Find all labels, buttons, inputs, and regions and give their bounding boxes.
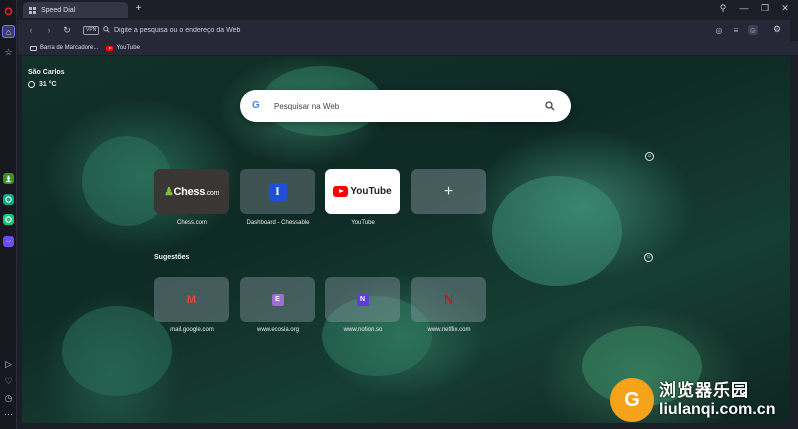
emoji-icon[interactable]: ☺ (644, 253, 653, 262)
tab-title: Speed Dial (41, 6, 76, 14)
watermark: G 浏览器乐园 liulanqi.com.cn (610, 378, 775, 422)
more-icon[interactable]: ⋯ (2, 408, 15, 421)
speed-dial-chessable[interactable]: I (240, 169, 315, 214)
bookmark-youtube[interactable]: YouTube (106, 45, 140, 51)
tab-speed-dial[interactable]: Speed Dial (23, 2, 128, 18)
weather-city: São Carlos (28, 69, 65, 76)
notion-icon: N (356, 293, 369, 306)
background-shape (492, 176, 622, 286)
profile-icon[interactable]: ☺ (748, 25, 758, 35)
bookmark-label: Barra de Marcadore... (40, 45, 99, 51)
easy-setup-icon[interactable]: ≡ (731, 25, 741, 35)
speed-dial-youtube[interactable]: YouTube (325, 169, 400, 214)
history-icon[interactable]: ◷ (2, 392, 15, 405)
suggestion-notion[interactable]: N (325, 277, 400, 322)
netflix-icon: N (443, 291, 454, 307)
suggestion-ecosia[interactable]: E (240, 277, 315, 322)
bookmark-label: YouTube (116, 45, 140, 51)
weather-widget[interactable]: São Carlos 31 °C (28, 69, 65, 88)
search-icon (103, 26, 110, 33)
chatgpt-alt-icon[interactable] (3, 214, 14, 225)
google-icon: G (252, 100, 260, 111)
browser-window: O ⌂ ☆ ▷ ♡ ◷ ⋯ Speed Dial + ⚲ — ❐ ✕ ‹ › ↻… (0, 0, 798, 429)
suggestion-label: www.netflix.com (427, 327, 471, 333)
suggestion-netflix[interactable]: N (411, 277, 486, 322)
back-icon[interactable]: ‹ (26, 25, 36, 35)
bookmarks-bar: Barra de Marcadore... YouTube (18, 41, 798, 56)
speed-dial-icon (29, 6, 36, 14)
new-tab-button[interactable]: + (133, 4, 144, 15)
chess-logo: ♟Chess.com (163, 186, 220, 198)
address-actions: ◎ ≡ ☺ (714, 25, 758, 35)
reload-icon[interactable]: ↻ (62, 25, 72, 36)
suggestions-title: Sugestões (154, 254, 190, 261)
bookmark-folder[interactable]: Barra de Marcadore... (30, 45, 98, 51)
restore-button[interactable]: ❐ (758, 3, 772, 14)
watermark-cn: 浏览器乐园 (659, 380, 749, 400)
emoji-icon[interactable]: ☺ (645, 152, 654, 161)
camera-icon[interactable]: ◎ (714, 25, 724, 35)
player-icon[interactable]: ▷ (2, 358, 15, 371)
suggestion-gmail[interactable]: M (154, 277, 229, 322)
heart-icon[interactable]: ♡ (2, 375, 15, 388)
tab-search-icon[interactable]: ⚲ (716, 3, 730, 14)
search-icon[interactable] (545, 101, 555, 111)
suggestion-label: www.notion.so (343, 327, 383, 333)
speed-dial-page: São Carlos 31 °C G ☺ ☺ ♟Chess.com Chess.… (22, 56, 790, 423)
minimize-button[interactable]: — (737, 3, 751, 13)
chatgpt-icon[interactable] (3, 194, 14, 205)
chessable-logo: I (268, 182, 287, 201)
star-icon[interactable]: ☆ (2, 46, 15, 59)
chess-app-icon[interactable] (3, 173, 14, 184)
youtube-logo: YouTube (333, 186, 392, 197)
sidebar: O ⌂ ☆ ▷ ♡ ◷ ⋯ (0, 0, 17, 429)
search-input[interactable] (274, 99, 534, 113)
scrollbar[interactable] (790, 20, 798, 41)
gmail-icon: M (186, 293, 197, 306)
address-bar: ‹ › ↻ VPN ◎ ≡ ☺ ⚙ (18, 20, 798, 41)
youtube-play-icon (333, 186, 349, 197)
address-input[interactable] (114, 24, 564, 37)
speed-dial-label: Chess.com (176, 220, 207, 226)
weather-temp: 31 °C (39, 81, 57, 88)
folder-icon (30, 45, 37, 51)
opera-logo-icon[interactable]: O (2, 5, 15, 18)
web-search-box[interactable]: G (240, 90, 571, 122)
watermark-logo: G (610, 378, 654, 422)
youtube-icon (106, 45, 114, 51)
ecosia-icon: E (271, 293, 284, 306)
speed-dial-label: YouTube (351, 220, 375, 226)
tab-bar: Speed Dial + ⚲ — ❐ ✕ (18, 0, 798, 20)
close-button[interactable]: ✕ (778, 3, 792, 14)
settings-icon[interactable]: ⚙ (771, 24, 783, 36)
forward-icon[interactable]: › (44, 25, 54, 35)
messenger-icon[interactable] (3, 236, 14, 247)
watermark-en: liulanqi.com.cn (659, 400, 776, 418)
speed-dial-chess[interactable]: ♟Chess.com (154, 169, 229, 214)
sun-icon (28, 81, 35, 88)
add-site-button[interactable]: + (411, 169, 486, 214)
home-icon[interactable]: ⌂ (2, 25, 15, 38)
vpn-badge[interactable]: VPN (83, 26, 100, 35)
suggestion-label: mail.google.com (170, 327, 214, 333)
